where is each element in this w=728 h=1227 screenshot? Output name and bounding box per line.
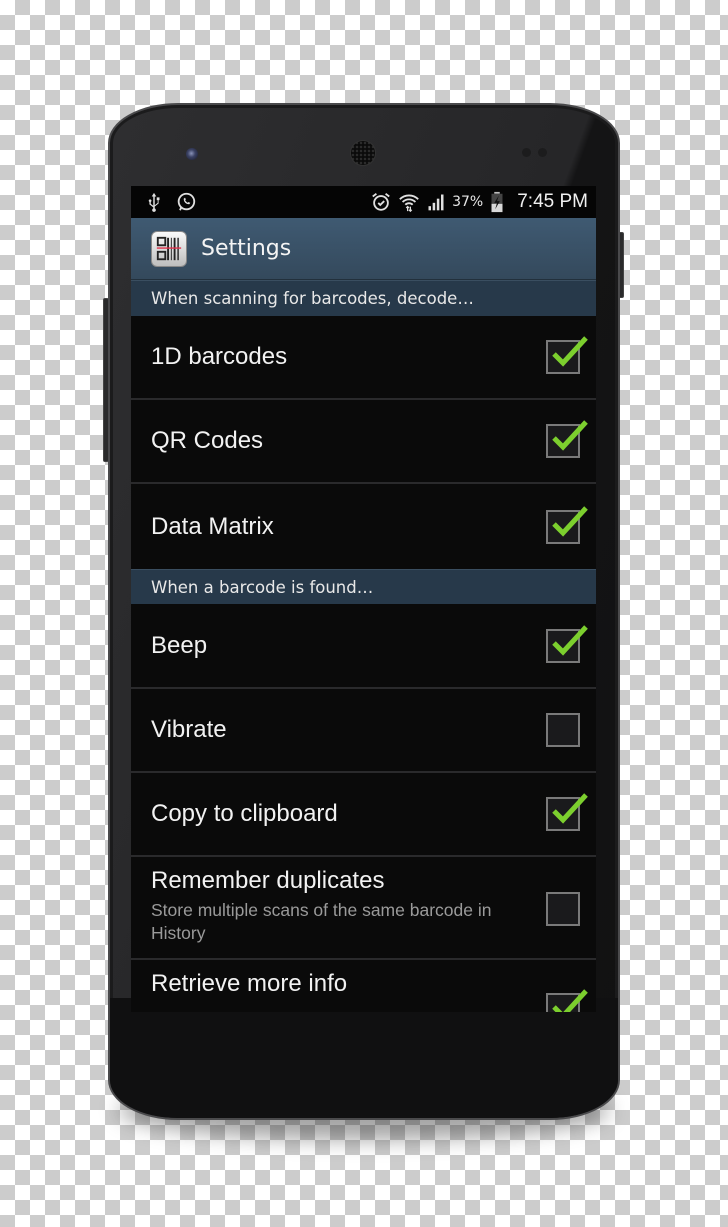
battery-percentage: 37% [452,194,484,210]
checkmark-icon [552,624,588,656]
pref-remember-duplicates[interactable]: Remember duplicates Store multiple scans… [131,857,596,960]
pref-retrieve-more-info[interactable]: Retrieve more info [131,960,596,1012]
pref-title: Retrieve more info [151,970,348,997]
battery-charging-icon [489,191,505,213]
phone-chin [110,998,618,1118]
pref-copy-to-clipboard[interactable]: Copy to clipboard [131,773,596,857]
section-header-found: When a barcode is found… [131,569,596,604]
checkmark-icon [552,420,588,451]
checkmark-icon [552,505,588,537]
pref-title: Copy to clipboard [151,800,338,827]
pref-title: Remember duplicates [151,867,385,894]
checkmark-icon [552,336,588,367]
status-bar: 37% 7:45 PM [131,186,596,218]
checkbox-vibrate[interactable] [546,713,580,747]
barcode-scanner-icon[interactable] [151,230,187,267]
phone-screen: 37% 7:45 PM Settings When scanning for b… [131,186,596,1012]
checkbox-data-matrix[interactable] [546,505,588,544]
usb-icon [143,191,165,213]
checkbox-copy-to-clipboard[interactable] [546,793,588,831]
front-camera-icon [186,148,198,160]
checkbox-remember-duplicates[interactable] [546,892,580,926]
pref-title: 1D barcodes [151,343,288,370]
proximity-sensor-icon [522,148,531,157]
section-header-decode: When scanning for barcodes, decode… [131,280,596,316]
status-clock: 7:45 PM [517,191,588,212]
checkmark-icon [552,989,588,1012]
pref-title: Beep [151,631,208,659]
pref-vibrate[interactable]: Vibrate [131,689,596,773]
pref-qr-codes[interactable]: QR Codes [131,400,596,484]
checkbox-beep[interactable] [546,624,588,663]
checkmark-icon [552,793,588,824]
checkbox-qr-codes[interactable] [546,420,588,458]
page-title: Settings [201,236,292,261]
pref-title: Data Matrix [151,512,274,540]
action-bar: Settings [131,218,596,280]
pref-title: QR Codes [151,427,264,454]
pref-summary: Store multiple scans of the same barcode… [151,900,492,943]
whatsapp-icon [175,191,197,213]
wifi-icon [398,191,420,213]
earpiece-speaker-icon [350,140,376,166]
checkbox-1d-barcodes[interactable] [546,336,588,374]
pref-data-matrix[interactable]: Data Matrix [131,484,596,569]
pref-title: Vibrate [151,716,227,743]
signal-icon [426,191,446,213]
light-sensor-icon [538,148,547,157]
checkbox-retrieve-more-info[interactable] [546,989,588,1012]
pref-beep[interactable]: Beep [131,604,596,689]
pref-1d-barcodes[interactable]: 1D barcodes [131,316,596,400]
alarm-icon [370,191,392,213]
